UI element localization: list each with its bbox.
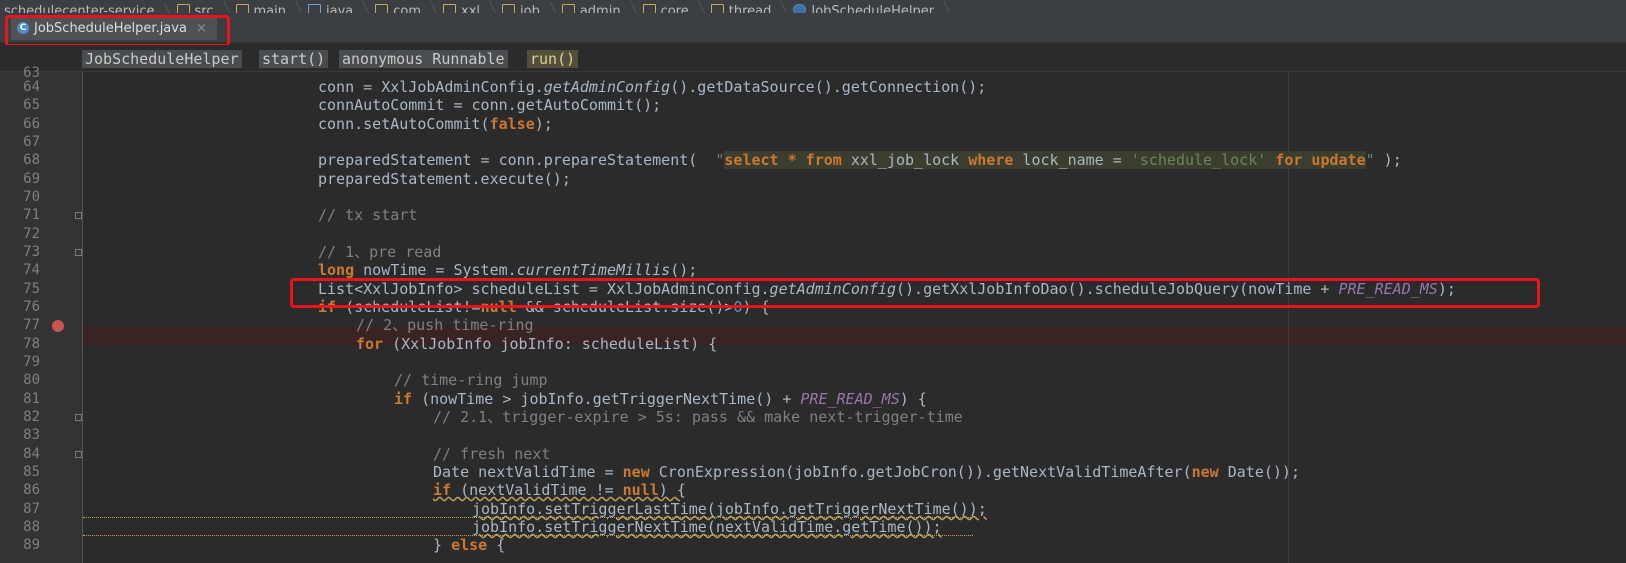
package-icon	[642, 4, 656, 13]
tab-highlight-box	[5, 15, 230, 47]
line-number-gutter[interactable]: 63 64 65 66 67 68 69 70 71 72 73 74 75 7…	[0, 65, 83, 563]
line-number: 70	[23, 189, 40, 205]
code-editor[interactable]: conn = XxlJobAdminConfig.getAdminConfig(…	[83, 72, 1626, 563]
breadcrumb-item-class[interactable]: JobScheduleHelper	[789, 1, 952, 13]
code-line-77: // 2、push time-ring	[356, 316, 534, 334]
code-line-65: connAutoCommit = conn.getAutoCommit();	[318, 96, 662, 114]
folder-icon	[235, 4, 249, 13]
code-line-80: // time-ring jump	[394, 371, 548, 389]
line-number: 82	[23, 409, 40, 425]
line-number: 65	[23, 97, 40, 113]
code-line-66: conn.setAutoCommit(false);	[318, 115, 553, 133]
line-number: 76	[23, 299, 40, 315]
line-number: 80	[23, 372, 40, 388]
fold-marker-icon[interactable]	[75, 451, 82, 458]
line-number: 71	[23, 207, 40, 223]
line-number: 85	[23, 464, 40, 480]
warning-underline	[83, 535, 973, 537]
line-number: 88	[23, 519, 40, 535]
fold-marker-icon[interactable]	[75, 249, 82, 256]
code-line-82: // 2.1、trigger-expire > 5s: pass && make…	[433, 408, 963, 426]
line-number: 79	[23, 354, 40, 370]
line-number: 86	[23, 482, 40, 498]
package-icon	[443, 4, 456, 13]
line-number: 84	[23, 446, 40, 462]
editor-tab-bar: C JobScheduleHelper.java ×	[0, 13, 1626, 43]
line-number: 78	[23, 336, 40, 352]
code-line-68: preparedStatement = conn.prepareStatemen…	[318, 151, 1402, 169]
code-line-81: if (nowTime > jobInfo.getTriggerNextTime…	[394, 390, 927, 408]
breadcrumb-item-job[interactable]: job	[498, 1, 558, 13]
nav-method-run[interactable]: run()	[527, 50, 579, 68]
class-icon	[793, 4, 807, 13]
breadcrumb-item-src[interactable]: src	[173, 1, 232, 13]
code-line-86: if (nextValidTime != null) {	[433, 481, 686, 499]
breadcrumb-item-core[interactable]: core	[639, 1, 707, 13]
line-number: 75	[23, 281, 40, 297]
nav-method-start[interactable]: start()	[259, 50, 329, 68]
nav-anonymous-runnable[interactable]: anonymous Runnable	[339, 50, 508, 68]
package-icon	[375, 4, 389, 13]
warning-underline	[83, 517, 973, 519]
breadcrumb-item-admin[interactable]: admin	[558, 1, 639, 13]
line-number: 87	[23, 501, 40, 517]
line-number: 74	[23, 262, 40, 278]
structure-breadcrumb: JobScheduleHelper start() anonymous Runn…	[0, 45, 1626, 72]
fold-marker-icon[interactable]	[75, 212, 82, 219]
package-icon	[561, 4, 575, 13]
line-number: 68	[23, 152, 40, 168]
line-number: 72	[23, 226, 40, 242]
code-line-85: Date nextValidTime = new CronExpression(…	[433, 463, 1300, 481]
line-number: 64	[23, 79, 40, 95]
code-line-78: for (XxlJobInfo jobInfo: scheduleList) {	[356, 335, 718, 353]
code-line-64: conn = XxlJobAdminConfig.getAdminConfig(…	[318, 78, 987, 96]
nav-class[interactable]: JobScheduleHelper	[82, 50, 242, 68]
folder-icon	[307, 4, 321, 13]
line-number: 73	[23, 244, 40, 260]
breadcrumb-item-com[interactable]: com	[371, 1, 439, 13]
code-line-69: preparedStatement.execute();	[318, 170, 571, 188]
code-highlight-box	[290, 278, 1540, 308]
code-line-73: // 1、pre read	[318, 243, 442, 261]
package-icon	[710, 4, 724, 13]
line-number: 83	[23, 427, 40, 443]
fold-marker-icon[interactable]	[75, 414, 82, 421]
breadcrumb-item-java[interactable]: java	[304, 1, 371, 13]
line-number: 77	[23, 317, 40, 333]
breakpoint-icon[interactable]	[52, 320, 64, 332]
line-number: 89	[23, 537, 40, 553]
code-line-84: // fresh next	[433, 445, 551, 463]
line-number: 81	[23, 391, 40, 407]
code-line-71: // tx start	[318, 206, 418, 224]
breadcrumb-item-xxl[interactable]: xxl	[439, 1, 498, 13]
line-number: 66	[23, 116, 40, 132]
line-number: 67	[23, 134, 40, 150]
breadcrumb: schedulecenter-service src main java com xxl j…	[0, 0, 1626, 13]
line-number: 69	[23, 171, 40, 187]
breadcrumb-item-thread[interactable]: thread	[707, 1, 790, 13]
breadcrumb-item-module[interactable]: schedulecenter-service	[0, 3, 173, 13]
breadcrumb-item-main[interactable]: main	[232, 1, 304, 13]
folder-icon	[176, 4, 190, 13]
package-icon	[502, 4, 515, 13]
code-line-89: } else {	[433, 536, 506, 554]
